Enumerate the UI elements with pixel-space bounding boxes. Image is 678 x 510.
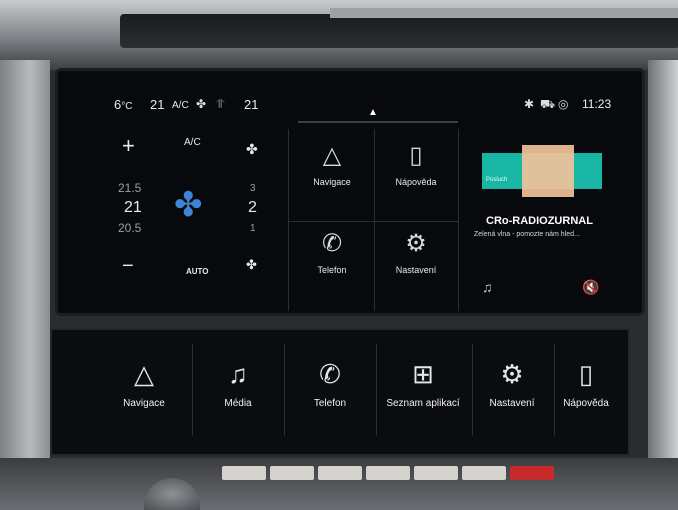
media-source-icon[interactable]: ♫ [482,279,493,295]
divider [284,344,285,436]
hard-key[interactable] [414,466,458,480]
right-trim [648,60,678,510]
hard-key[interactable] [462,466,506,480]
fan-decrease-icon[interactable]: ✤ [246,257,257,273]
outside-temperature: 6°C [114,97,133,112]
auto-button[interactable]: AUTO [186,267,209,276]
shortcut-media[interactable]: ♫ Média [198,340,278,444]
divider [288,129,289,311]
bluetooth-icon: ✱ [524,97,535,111]
seat-heat-icon[interactable]: ⥣ [216,97,225,112]
hard-key[interactable] [222,466,266,480]
temp-below: 20.5 [118,221,142,235]
shortcut-help[interactable]: ▯ Nápověda [546,340,626,444]
ac-status[interactable]: A/C [172,100,189,111]
signal-icon: ◎ [558,97,569,111]
tile-settings[interactable]: ⚙ Nastavení [376,229,456,275]
app-grid-icon: ⊞ [412,359,434,389]
fan-icon[interactable]: ✤ [196,97,206,111]
divider [376,344,377,436]
set-temperature-passenger[interactable]: 21 [244,97,258,112]
radio-widget[interactable]: Posluch CRo-RADIOZURNAL Zelená vlna - po… [458,131,638,311]
hazard-key[interactable] [510,466,554,480]
station-artwork: Posluch [482,145,602,197]
phone-icon: ✆ [319,359,341,389]
mute-icon[interactable]: 🔇 [582,279,599,296]
tile-navigation[interactable]: △ Navigace [292,141,372,187]
help-book-icon: ▯ [409,142,423,169]
station-name: CRo-RADIOZURNAL [486,215,593,227]
shortcut-app-list[interactable]: ⊞ Seznam aplikací [378,340,468,444]
shortcut-navigation[interactable]: △ Navigace [104,340,184,444]
shortcut-panel: △ Navigace ♫ Média ✆ Telefon ⊞ Seznam ap… [50,328,630,456]
trim-strip [330,8,678,18]
climate-panel: + A/C ✤ 21.5 21 20.5 ✤ 3 2 1 − AUTO ✤ [118,129,284,313]
navigation-arrow-icon: △ [134,359,154,389]
clock: 11:23 [582,97,612,111]
air-vent [120,14,678,48]
infotainment-screen: 6°C 21 A/C ✤ ⥣ 21 ▲ ✱ ⛟ ◎ 11:23 + A/C ✤ … [55,68,645,316]
ac-toggle[interactable]: A/C [184,137,201,148]
help-book-icon: ▯ [578,359,594,389]
now-playing-text: Zelená vlna - pomozte nám hled... [474,231,580,238]
artwork-overlay [522,145,574,197]
fan-level-3: 3 [250,183,256,194]
hard-key[interactable] [366,466,410,480]
home-icon[interactable]: ▲ [368,107,378,118]
settings-gear-icon: ⚙ [500,359,524,389]
temp-current: 21 [124,199,142,216]
divider [374,129,375,311]
tile-phone[interactable]: ✆ Telefon [292,229,372,275]
shortcut-phone[interactable]: ✆ Telefon [290,340,370,444]
set-temperature[interactable]: 21 [150,97,164,112]
temp-increase-button[interactable]: + [122,133,135,159]
home-indicator [298,121,458,123]
phone-icon: ✆ [321,230,343,257]
fan-level-1: 1 [250,223,256,234]
temp-above: 21.5 [118,181,142,195]
fan-icon[interactable]: ✤ [174,185,203,225]
divider [192,344,193,436]
temp-decrease-button[interactable]: − [122,255,134,278]
hard-key[interactable] [270,466,314,480]
shortcut-settings[interactable]: ⚙ Nastavení [472,340,552,444]
navigation-arrow-icon: △ [322,142,342,169]
hard-key[interactable] [318,466,362,480]
settings-gear-icon: ⚙ [405,230,427,257]
left-trim [0,60,50,510]
fan-level-2: 2 [248,199,257,216]
music-note-icon: ♫ [228,359,248,389]
fan-increase-icon[interactable]: ✤ [246,141,258,158]
car-icon: ⛟ [540,97,556,111]
tile-help[interactable]: ▯ Nápověda [376,141,456,187]
status-bar: 6°C 21 A/C ✤ ⥣ 21 ▲ ✱ ⛟ ◎ 11:23 [58,71,642,125]
divider [288,221,458,222]
